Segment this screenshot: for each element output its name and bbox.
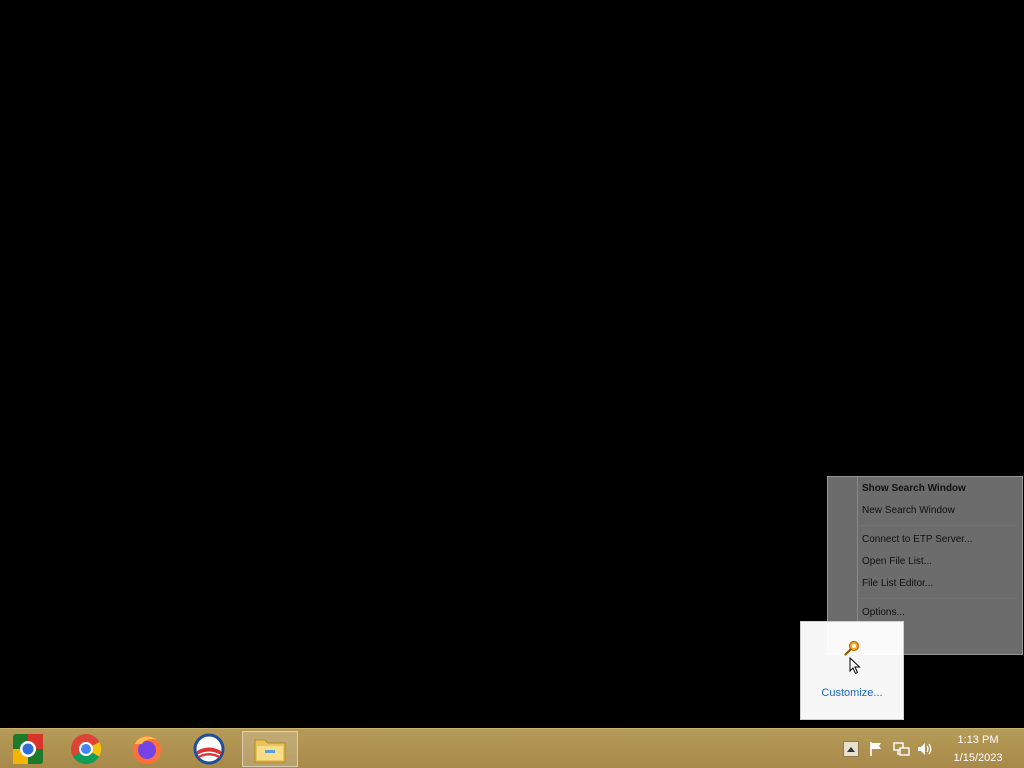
taskbar-chrome-canary[interactable] bbox=[0, 731, 56, 767]
firefox-icon bbox=[133, 736, 161, 764]
file-explorer-icon bbox=[254, 739, 286, 763]
clock-time: 1:13 PM bbox=[957, 734, 999, 746]
chrome-icon bbox=[71, 734, 102, 765]
taskbar-outlook-web[interactable] bbox=[181, 731, 237, 767]
menu-separator bbox=[859, 525, 1018, 526]
menu-item-connect-etp-server[interactable]: Connect to ETP Server... bbox=[862, 531, 1016, 549]
customize-link[interactable]: Customize... bbox=[801, 687, 903, 699]
chrome-canary-icon bbox=[13, 734, 43, 764]
menu-separator bbox=[859, 598, 1018, 599]
outlook-web-icon bbox=[193, 733, 225, 765]
action-center-flag-icon[interactable] bbox=[867, 740, 885, 758]
everything-search-icon[interactable] bbox=[844, 640, 860, 656]
menu-item-options[interactable]: Options... bbox=[862, 604, 1016, 622]
mouse-cursor-icon bbox=[849, 657, 861, 675]
chevron-up-icon bbox=[847, 747, 855, 752]
taskbar: 1:13 PM 1/15/2023 bbox=[0, 728, 1024, 768]
menu-item-new-search-window[interactable]: New Search Window bbox=[862, 502, 1016, 520]
system-clock[interactable]: 1:13 PM 1/15/2023 bbox=[940, 731, 1016, 767]
volume-icon[interactable] bbox=[916, 740, 934, 758]
network-icon[interactable] bbox=[892, 740, 910, 758]
taskbar-firefox[interactable] bbox=[119, 731, 175, 767]
clock-date: 1/15/2023 bbox=[953, 752, 1003, 764]
taskbar-chrome[interactable] bbox=[58, 731, 114, 767]
show-hidden-icons-button[interactable] bbox=[843, 741, 859, 757]
menu-item-open-file-list[interactable]: Open File List... bbox=[862, 553, 1016, 571]
menu-item-show-search-window[interactable]: Show Search Window bbox=[862, 480, 1016, 498]
menu-item-file-list-editor[interactable]: File List Editor... bbox=[862, 575, 1016, 593]
taskbar-file-explorer[interactable] bbox=[242, 731, 298, 767]
